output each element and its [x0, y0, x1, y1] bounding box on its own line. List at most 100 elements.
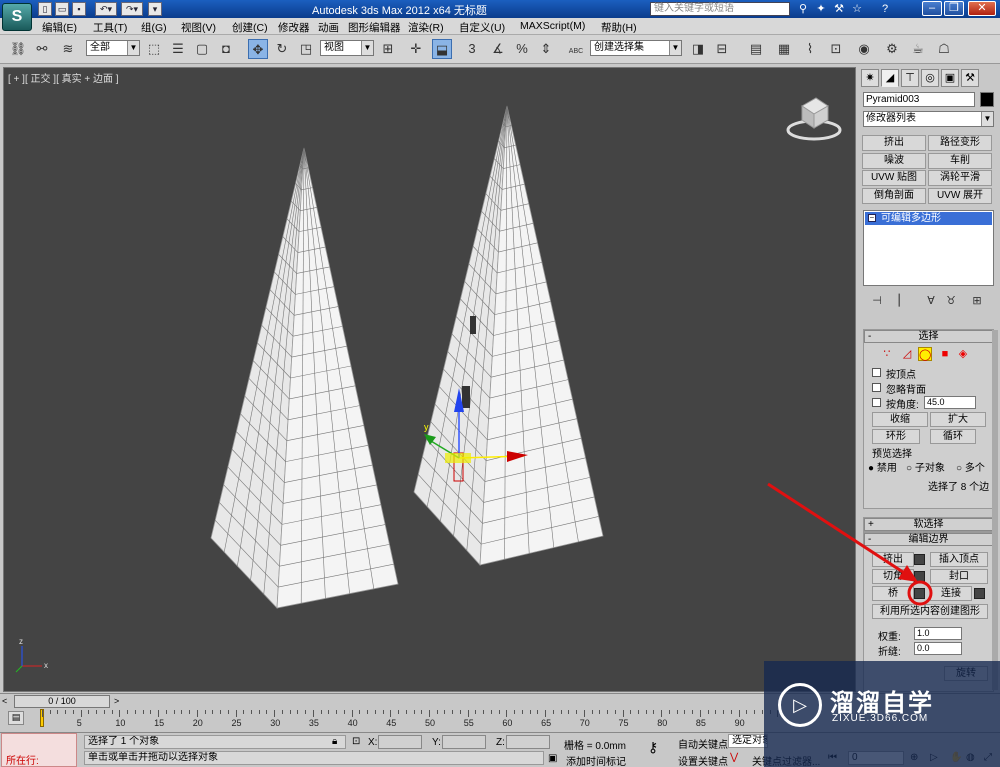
time-prev-icon[interactable]: <	[2, 696, 7, 706]
absolute-mode-icon[interactable]: ⊡	[352, 736, 360, 747]
set-key-button[interactable]: 设置关键点	[678, 753, 728, 767]
watermark-play-icon: ▷	[778, 683, 822, 727]
timeline-tick	[684, 710, 686, 714]
x-coord-label: X:	[368, 737, 378, 748]
timeline-tick	[738, 710, 740, 717]
selected-object-dropdown[interactable]: 选定对象	[728, 734, 768, 748]
timeline-tick-label: 90	[734, 718, 745, 728]
watermark-url: ZIXUE.3D66.COM	[832, 713, 929, 724]
timeline-tick	[723, 710, 725, 714]
timeline-tick-label: 45	[386, 718, 397, 728]
timeline-tick	[699, 710, 701, 717]
timeline-tick	[367, 710, 369, 714]
timeline-tick-label: 55	[463, 718, 474, 728]
timeline-tick-label: 70	[579, 718, 590, 728]
timeline-tick	[614, 710, 616, 714]
timeline-tick	[390, 710, 392, 717]
timeline-tick	[312, 710, 314, 717]
timeline-tick-label: 50	[425, 718, 436, 728]
timeline-tick-label: 75	[618, 718, 629, 728]
mini-curve-editor-icon[interactable]: ▤	[8, 711, 24, 725]
timeline-tick	[320, 710, 322, 714]
timeline-tick	[374, 710, 376, 714]
timeline-tick	[258, 710, 260, 714]
auto-key-button[interactable]: 自动关键点	[678, 736, 728, 751]
timeline-tick	[266, 710, 268, 714]
timeline-tick	[127, 710, 129, 714]
time-next-icon[interactable]: >	[114, 696, 119, 706]
annotation-overlay	[767, 482, 933, 606]
timeline-tick	[72, 710, 74, 714]
key-icon[interactable]: ⚷	[648, 739, 658, 756]
timeline-tick	[707, 710, 709, 714]
timeline-tick	[591, 710, 593, 714]
timeline-tick	[235, 710, 237, 717]
annotation-arrow	[767, 482, 907, 576]
timeline-tick	[653, 710, 655, 714]
maxscript-listener[interactable]: 所在行:	[1, 733, 77, 767]
timeline-tick	[475, 710, 477, 714]
time-slider-thumb[interactable]: 0 / 100	[14, 695, 110, 708]
timeline-tick	[661, 710, 663, 717]
timeline-tick	[142, 710, 144, 714]
timeline-tick	[305, 710, 307, 714]
timeline-tick	[80, 710, 82, 717]
timeline-tick	[754, 710, 756, 714]
timeline-tick	[630, 710, 632, 714]
timeline-tick	[196, 710, 198, 717]
timeline-tick	[421, 710, 423, 714]
y-coord-field[interactable]	[442, 735, 486, 749]
z-coord-label: Z:	[496, 737, 505, 748]
timeline-tick	[250, 710, 252, 714]
timeline-tick	[274, 710, 276, 717]
timeline-tick	[676, 710, 678, 714]
add-time-tag-icon[interactable]: ▣	[548, 753, 557, 764]
timeline-tick	[328, 710, 330, 714]
timeline-tick	[452, 710, 454, 714]
timeline-tick	[243, 710, 245, 714]
z-coord-field[interactable]	[506, 735, 550, 749]
timeline-tick	[560, 710, 562, 714]
timeline-tick	[181, 710, 183, 714]
timeline-tick-label: 20	[192, 718, 203, 728]
timeline-tick	[351, 710, 353, 717]
timeline-tick	[413, 710, 415, 714]
timeline-tick	[111, 710, 113, 714]
timeline-tick-label: 40	[347, 718, 358, 728]
timeline-tick	[668, 710, 670, 714]
timeline-tick	[281, 710, 283, 714]
key-filter-icon[interactable]: ⋁	[730, 752, 738, 763]
app-logo-icon[interactable]: S	[2, 3, 32, 31]
timeline-tick	[529, 710, 531, 714]
timeline-tick	[212, 710, 214, 714]
watermark: ▷ 溜溜自学 ZIXUE.3D66.COM	[764, 661, 1000, 767]
prompt-line: 单击或单击并拖动以选择对象	[84, 751, 544, 765]
timeline-tick-label: 15	[154, 718, 165, 728]
timeline-tick	[96, 710, 98, 714]
timeline-tick	[483, 710, 485, 714]
timeline-tick	[746, 710, 748, 714]
timeline-tick-label: 25	[231, 718, 242, 728]
timeline-tick	[730, 710, 732, 714]
timeline-tick	[637, 710, 639, 714]
timeline-tick	[398, 710, 400, 714]
timeline-tick-label: 30	[270, 718, 281, 728]
timeline-tick-label: 65	[541, 718, 552, 728]
timeline-tick	[429, 710, 430, 717]
timeline-tick	[521, 710, 523, 714]
timeline-tick	[57, 710, 59, 714]
timeline-tick-label: 5	[76, 718, 82, 728]
timeline-tick	[467, 710, 469, 717]
timeline-tick	[88, 710, 90, 714]
timeline-tick	[336, 710, 338, 714]
add-time-tag[interactable]: 添加时间标记	[566, 753, 626, 767]
timeline-tick	[382, 710, 384, 714]
x-coord-field[interactable]	[378, 735, 422, 749]
timeline-tick	[158, 710, 160, 717]
timeline-tick	[506, 710, 508, 717]
timeline-tick	[343, 710, 345, 714]
timeline-tick	[444, 710, 446, 714]
lock-selection-icon[interactable]: 🔒︎	[332, 736, 337, 747]
timeline-tick	[498, 710, 500, 714]
timeline-tick	[134, 710, 136, 714]
